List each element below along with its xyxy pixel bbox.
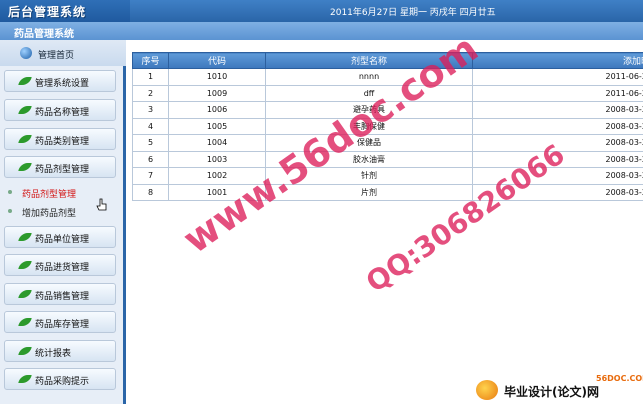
menu-drug-form[interactable]: 药品剂型管理	[4, 156, 116, 178]
table-row[interactable]: 5 1004 保健品 2008-03-28	[132, 134, 643, 152]
header-date: 添加时	[472, 52, 643, 69]
date-display: 2011年6月27日 星期一 丙戌年 四月廿五	[330, 8, 496, 18]
home-icon	[20, 47, 32, 59]
cell-date: 2008-03-28	[472, 117, 643, 135]
submenu-label: 增加药品剂型	[22, 209, 77, 219]
menu-label: 药品类别管理	[35, 137, 90, 147]
cell-no: 1	[132, 68, 169, 86]
table-row[interactable]: 7 1002 针剂 2008-03-28	[132, 167, 643, 185]
cell-no: 5	[132, 134, 169, 152]
submenu-label: 药品剂型管理	[22, 190, 77, 200]
menu-label: 药品销售管理	[35, 292, 90, 302]
cell-code: 1003	[168, 150, 266, 168]
menu-label: 药品剂型管理	[35, 165, 90, 175]
system-title: 药品管理系统	[14, 29, 74, 40]
cell-no: 6	[132, 150, 169, 168]
cell-no: 2	[132, 84, 169, 102]
menu-label: 药品采购提示	[35, 377, 90, 387]
home-label: 管理首页	[38, 51, 75, 61]
cell-code: 1009	[168, 84, 266, 102]
menu-drug-category[interactable]: 药品类别管理	[4, 128, 116, 150]
header-no: 序号	[132, 52, 169, 69]
cell-no: 7	[132, 167, 169, 185]
table-row[interactable]: 8 1001 片剂 2008-03-28	[132, 183, 643, 201]
menu-purchase-alert[interactable]: 药品采购提示	[4, 368, 116, 390]
bullet-icon	[8, 209, 12, 213]
menu-label: 药品库存管理	[35, 320, 90, 330]
sub-header: 药品管理系统	[0, 22, 643, 40]
leaf-icon	[18, 290, 32, 298]
menu-label: 药品进货管理	[35, 263, 90, 273]
menu-label: 管理系统设置	[35, 79, 90, 89]
leaf-icon	[18, 347, 32, 355]
table-header-row: 序号 代码 剂型名称 添加时	[132, 52, 643, 69]
top-header: 后台管理系统 2011年6月27日 星期一 丙戌年 四月廿五	[0, 0, 643, 22]
header-code: 代码	[168, 52, 266, 69]
leaf-icon	[18, 375, 32, 383]
cell-date: 2011-06-22	[472, 68, 643, 86]
menu-label: 统计报表	[35, 349, 72, 359]
cell-no: 8	[132, 183, 169, 201]
menu-drug-unit[interactable]: 药品单位管理	[4, 226, 116, 248]
leaf-icon	[18, 135, 32, 143]
menu-drug-stock[interactable]: 药品库存管理	[4, 311, 116, 333]
cell-code: 1004	[168, 134, 266, 152]
menu-label: 药品单位管理	[35, 235, 90, 245]
brand-text: 毕业设计(论文)网	[504, 385, 599, 399]
menu-drug-name[interactable]: 药品名称管理	[4, 99, 116, 121]
cell-date: 2008-03-28	[472, 101, 643, 119]
leaf-icon	[18, 106, 32, 114]
menu-label: 药品名称管理	[35, 108, 90, 118]
logo-area: 后台管理系统	[0, 0, 130, 22]
cell-no: 3	[132, 101, 169, 119]
cell-code: 1005	[168, 117, 266, 135]
leaf-icon	[18, 318, 32, 326]
sidebar: 管理首页 管理系统设置 药品名称管理 药品类别管理 药品剂型管理 药品剂型管理 …	[0, 40, 126, 404]
leaf-icon	[18, 163, 32, 171]
menu-statistics[interactable]: 统计报表	[4, 340, 116, 362]
menu-drug-sales[interactable]: 药品销售管理	[4, 283, 116, 305]
leaf-icon	[18, 233, 32, 241]
menu-drug-purchase[interactable]: 药品进货管理	[4, 254, 116, 276]
leaf-icon	[18, 261, 32, 269]
cell-code: 1010	[168, 68, 266, 86]
home-link[interactable]: 管理首页	[0, 40, 126, 66]
cell-no: 4	[132, 117, 169, 135]
brand-badge: 56DOC.COM 毕业设计(论文)网	[476, 374, 643, 404]
cell-date: 2011-06-21	[472, 84, 643, 102]
leaf-icon	[18, 77, 32, 85]
brand-url: 56DOC.COM	[596, 374, 643, 383]
hand-cursor-icon	[96, 198, 107, 211]
bullet-icon	[8, 190, 12, 194]
app-logo: 后台管理系统	[8, 5, 87, 19]
menu-system-settings[interactable]: 管理系统设置	[4, 70, 116, 92]
cell-code: 1006	[168, 101, 266, 119]
brand-logo-icon	[476, 380, 498, 400]
